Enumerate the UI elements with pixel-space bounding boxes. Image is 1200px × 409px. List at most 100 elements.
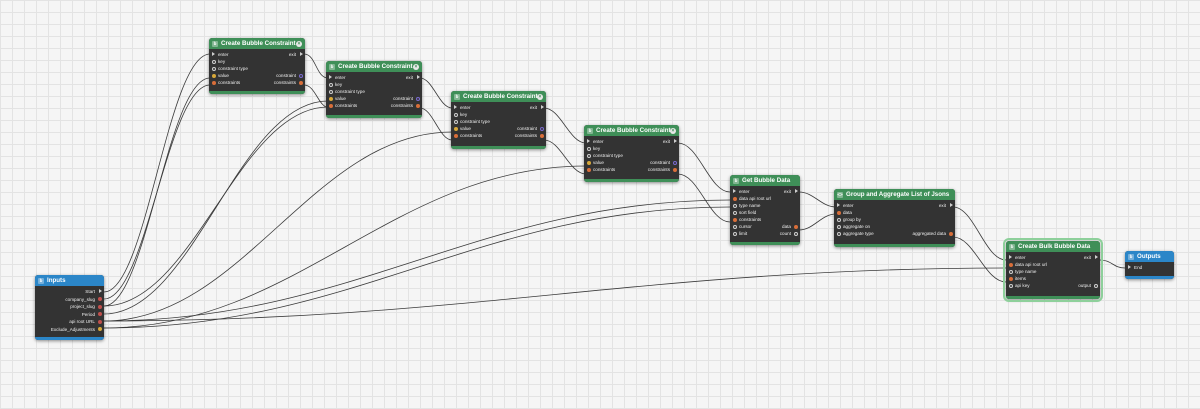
output-pin[interactable] <box>1093 283 1098 288</box>
connection-wire[interactable] <box>419 77 453 109</box>
input-exec-pin[interactable] <box>1127 265 1131 270</box>
output-pin[interactable] <box>948 231 953 236</box>
connection-wire[interactable] <box>103 267 1007 322</box>
output-exec-pin[interactable] <box>1094 255 1098 260</box>
node-header[interactable]: b Create Bubble Constraint × <box>584 125 679 136</box>
close-icon[interactable]: × <box>670 127 676 134</box>
input-pin[interactable] <box>836 210 841 215</box>
connection-wire[interactable] <box>543 139 587 175</box>
connection-wire[interactable] <box>103 84 211 300</box>
connection-wire[interactable] <box>103 100 329 315</box>
output-pin[interactable] <box>97 312 102 316</box>
input-pin[interactable] <box>328 103 333 108</box>
inputs-node[interactable]: b Inputs Start company_slug project_slug… <box>35 275 104 340</box>
output-pin[interactable] <box>415 103 420 108</box>
input-pin[interactable] <box>453 126 458 131</box>
connection-wire[interactable] <box>543 107 587 144</box>
input-pin[interactable] <box>586 160 591 165</box>
connection-wire[interactable] <box>798 191 837 208</box>
close-icon[interactable]: × <box>537 93 543 100</box>
node-header[interactable]: b Create Bubble Constraint × <box>451 91 546 102</box>
output-exec-pin[interactable] <box>673 139 677 144</box>
connection-wire[interactable] <box>677 173 731 223</box>
input-pin[interactable] <box>732 231 737 236</box>
input-pin[interactable] <box>836 231 841 236</box>
input-pin[interactable] <box>1008 269 1013 274</box>
input-pin[interactable] <box>453 112 458 117</box>
input-pin[interactable] <box>732 217 737 222</box>
connection-wire[interactable] <box>798 213 837 231</box>
connection-wire[interactable] <box>1099 259 1126 269</box>
output-pin[interactable] <box>415 96 420 101</box>
input-pin[interactable] <box>732 196 737 201</box>
create-bubble-constraint-node[interactable]: b Create Bubble Constraint × enter exit k… <box>584 125 679 182</box>
output-pin[interactable] <box>539 133 544 138</box>
connection-wire[interactable] <box>303 53 329 79</box>
input-pin[interactable] <box>211 66 216 71</box>
connection-wire[interactable] <box>952 206 1007 261</box>
input-exec-pin[interactable] <box>1008 255 1012 260</box>
outputs-node-header[interactable]: b Outputs <box>1125 251 1174 262</box>
input-pin[interactable] <box>328 89 333 94</box>
output-exec-pin[interactable] <box>98 289 102 294</box>
connection-wire[interactable] <box>103 199 731 322</box>
input-exec-pin[interactable] <box>586 139 590 144</box>
connection-wire[interactable] <box>103 131 453 322</box>
output-exec-pin[interactable] <box>540 105 544 110</box>
connection-wire[interactable] <box>103 165 587 329</box>
output-pin[interactable] <box>793 224 798 229</box>
input-exec-pin[interactable] <box>732 189 736 194</box>
node-header[interactable]: b Create Bubble Constraint × <box>209 38 305 49</box>
input-exec-pin[interactable] <box>211 52 215 57</box>
input-exec-pin[interactable] <box>328 75 332 80</box>
output-exec-pin[interactable] <box>949 203 953 208</box>
input-pin[interactable] <box>1008 276 1013 281</box>
create-bubble-constraint-node[interactable]: b Create Bubble Constraint × enter exit k… <box>451 91 546 149</box>
node-header[interactable]: b Create Bubble Constraint × <box>326 61 422 72</box>
input-pin[interactable] <box>211 80 216 85</box>
input-pin[interactable] <box>1008 283 1013 288</box>
input-pin[interactable] <box>211 59 216 64</box>
input-pin[interactable] <box>586 167 591 172</box>
close-icon[interactable]: × <box>413 63 419 70</box>
output-pin[interactable] <box>97 319 102 324</box>
output-pin[interactable] <box>539 126 544 131</box>
input-pin[interactable] <box>453 133 458 138</box>
input-pin[interactable] <box>836 224 841 229</box>
input-exec-pin[interactable] <box>453 105 457 110</box>
output-exec-pin[interactable] <box>299 52 303 57</box>
connection-wire[interactable] <box>952 236 1007 283</box>
outputs-node[interactable]: b Outputs End <box>1125 251 1174 279</box>
output-pin[interactable] <box>298 80 303 85</box>
output-pin[interactable] <box>298 73 303 78</box>
input-pin[interactable] <box>732 224 737 229</box>
input-pin[interactable] <box>328 96 333 101</box>
output-pin[interactable] <box>793 231 798 236</box>
group-and-aggregate-node[interactable]: <> Group and Aggregate List of Jsons ent… <box>834 189 955 247</box>
inputs-node-header[interactable]: b Inputs <box>35 275 104 286</box>
input-pin[interactable] <box>453 119 458 124</box>
create-bulk-bubble-data-node[interactable]: b Create Bulk Bubble Data enter exit data… <box>1003 238 1103 302</box>
input-pin[interactable] <box>211 73 216 78</box>
input-pin[interactable] <box>586 153 591 158</box>
input-pin[interactable] <box>732 203 737 208</box>
output-pin[interactable] <box>672 160 677 165</box>
connection-wire[interactable] <box>103 77 211 307</box>
output-pin[interactable] <box>97 327 102 331</box>
input-exec-pin[interactable] <box>836 203 840 208</box>
input-pin[interactable] <box>586 146 591 151</box>
node-header[interactable]: b Get Bubble Data <box>730 175 800 186</box>
output-pin[interactable] <box>97 297 102 301</box>
input-pin[interactable] <box>328 82 333 87</box>
input-pin[interactable] <box>732 210 737 215</box>
node-header[interactable]: <> Group and Aggregate List of Jsons <box>834 189 955 200</box>
output-exec-pin[interactable] <box>794 189 798 194</box>
create-bubble-constraint-node[interactable]: b Create Bubble Constraint × enter exit k… <box>326 61 422 118</box>
close-icon[interactable]: × <box>296 40 302 47</box>
output-pin[interactable] <box>672 167 677 172</box>
input-pin[interactable] <box>1008 262 1013 267</box>
connection-wire[interactable] <box>677 142 731 193</box>
connection-wire[interactable] <box>103 206 731 329</box>
get-bubble-data-node[interactable]: b Get Bubble Data enter exit data api roo… <box>730 175 800 245</box>
create-bubble-constraint-node[interactable]: b Create Bubble Constraint × enter exit k… <box>209 38 305 94</box>
